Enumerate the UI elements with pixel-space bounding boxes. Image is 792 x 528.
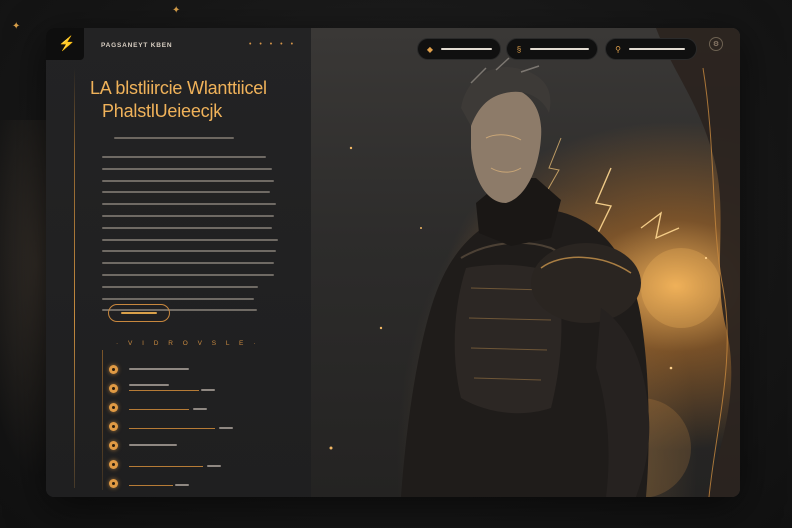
nav-pill-2[interactable]: § — [506, 38, 598, 60]
subtitle-placeholder — [114, 137, 234, 139]
list-item[interactable] — [109, 460, 299, 479]
app-window: ⚡ PAGSANEYT KBEN • • • • • LA blstliirci… — [46, 28, 740, 497]
logo[interactable]: ⚡ — [46, 28, 84, 60]
diamond-icon: ◆ — [426, 44, 433, 54]
body-text — [102, 156, 282, 321]
page-title-line-2: PhalstlUeieecjk — [102, 101, 223, 121]
item-value — [219, 427, 233, 429]
read-more-button[interactable] — [108, 304, 170, 322]
item-value — [207, 465, 221, 467]
item-label — [129, 444, 177, 446]
text-line — [102, 250, 276, 253]
list-item[interactable] — [109, 479, 299, 497]
text-line — [102, 226, 272, 229]
section-icon: § — [516, 44, 522, 54]
text-line — [102, 203, 276, 206]
section-rule — [102, 350, 103, 490]
text-line — [102, 167, 272, 170]
brand-dots: • • • • • — [249, 41, 297, 48]
progress-bar — [129, 485, 173, 486]
item-label — [129, 384, 169, 386]
read-more-label — [121, 312, 157, 314]
nav-pill-label — [440, 48, 492, 50]
item-value — [175, 484, 189, 486]
item-label — [129, 368, 189, 370]
bullet-icon — [109, 422, 118, 431]
list-item[interactable] — [109, 403, 299, 422]
warrior-illustration — [329, 28, 740, 497]
bullet-icon — [109, 384, 118, 393]
nav-pill-label — [629, 48, 685, 50]
item-value — [201, 389, 215, 391]
text-line — [102, 297, 254, 300]
list-item[interactable] — [109, 365, 299, 384]
text-line — [102, 191, 270, 194]
text-line — [102, 156, 266, 158]
page-title-line-1: LA blstliircie Wlanttiicel — [90, 78, 267, 98]
text-line — [102, 179, 274, 182]
bullet-icon — [109, 460, 118, 469]
nav-pill-label — [529, 48, 589, 50]
bolt-icon: ⚡ — [58, 35, 76, 51]
bullet-icon — [109, 403, 118, 412]
item-value — [193, 408, 207, 410]
bullet-icon — [109, 441, 118, 450]
text-line — [102, 214, 274, 217]
progress-bar — [129, 409, 189, 410]
hero-artwork: ◆ § ⚲ ⚙ — [311, 28, 740, 497]
decorative-gold-line — [74, 68, 75, 488]
nav-pill-1[interactable]: ◆ — [417, 38, 501, 60]
text-line — [102, 262, 274, 265]
brand-name: PAGSANEYT KBEN — [101, 42, 173, 49]
list-item[interactable] — [109, 384, 299, 403]
user-icon: ⚲ — [615, 44, 621, 54]
text-line — [102, 273, 274, 276]
bullet-icon — [109, 479, 118, 488]
progress-bar — [129, 466, 203, 467]
progress-bar — [129, 428, 215, 429]
bullet-icon — [109, 365, 118, 374]
settings-icon[interactable]: ⚙ — [709, 37, 723, 51]
nav-pill-3[interactable]: ⚲ — [605, 38, 697, 60]
text-line — [102, 285, 258, 288]
list-item[interactable] — [109, 441, 299, 460]
content-panel: ⚡ PAGSANEYT KBEN • • • • • LA blstliirci… — [46, 28, 311, 497]
list-item[interactable] — [109, 422, 299, 441]
feature-list — [109, 365, 299, 497]
spark-decoration: ✦ — [172, 5, 181, 16]
text-line — [102, 238, 278, 241]
section-title: · V I D R O V S L E · — [116, 340, 260, 347]
progress-bar — [129, 390, 199, 391]
spark-decoration: ✦ — [12, 21, 21, 32]
